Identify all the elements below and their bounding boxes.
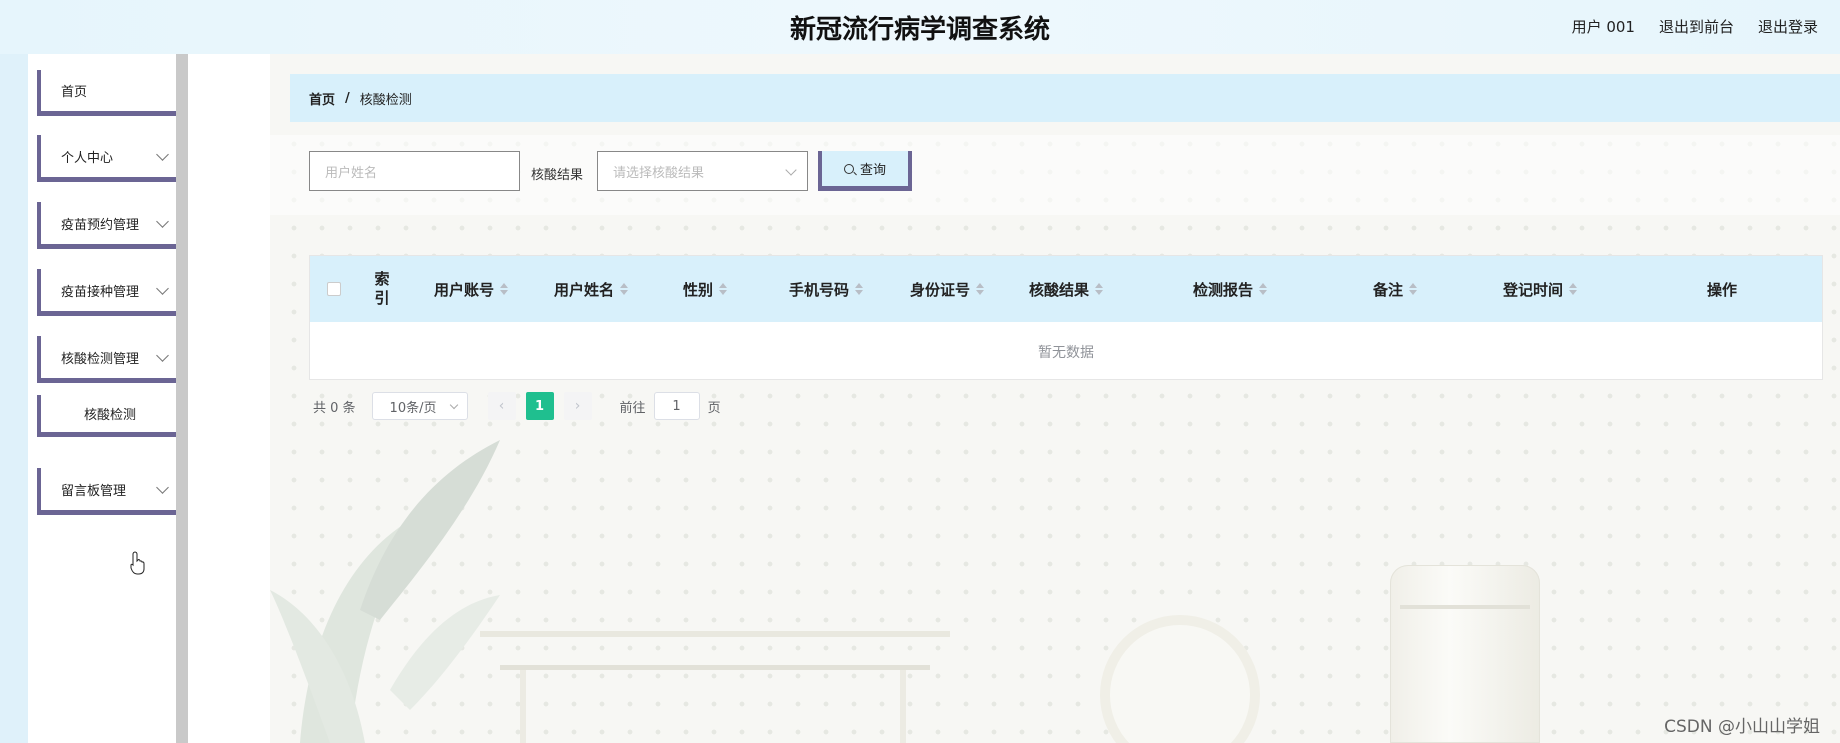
back-to-front-link[interactable]: 退出到前台: [1659, 16, 1734, 37]
top-header: 新冠流行病学调查系统 用户 001 退出到前台 退出登录: [0, 0, 1840, 54]
watermark-text: CSDN @小山山学姐: [1664, 717, 1820, 737]
left-strip: [0, 54, 28, 743]
column-header-label: 身份证号: [909, 280, 970, 299]
column-header-label: 核酸结果: [1028, 280, 1089, 299]
column-header-report[interactable]: 检测报告: [1130, 256, 1330, 322]
breadcrumb-home[interactable]: 首页: [309, 89, 335, 108]
sidebar-item-nucleic-test-management[interactable]: 核酸检测管理: [37, 336, 183, 383]
sidebar: 首页 个人中心 疫苗预约管理 疫苗接种管理 核酸检测管理 核酸检测 留言板管理: [28, 54, 183, 743]
hand-cursor-icon: [130, 551, 145, 575]
sort-icon[interactable]: [1259, 283, 1267, 295]
page-size-select[interactable]: 10条/页: [371, 392, 468, 420]
user-name-input[interactable]: 用户姓名: [309, 151, 520, 191]
sort-icon[interactable]: [1409, 283, 1417, 295]
column-header-result[interactable]: 核酸结果: [1002, 256, 1130, 322]
sidebar-item-home[interactable]: 首页: [37, 70, 183, 116]
chevron-down-icon: [156, 214, 169, 228]
column-header-register-time[interactable]: 登记时间: [1460, 256, 1620, 322]
column-header-label: 用户姓名: [553, 280, 614, 299]
query-button[interactable]: 查询: [818, 151, 912, 191]
sidebar-item-label: 留言板管理: [61, 483, 127, 499]
column-header-id-card[interactable]: 身份证号: [892, 256, 1002, 322]
pagination-total: 共 0 条: [313, 400, 356, 416]
app-title: 新冠流行病学调查系统: [789, 15, 1050, 45]
user-name-link[interactable]: 用户 001: [1572, 16, 1635, 37]
sidebar-item-label: 疫苗预约管理: [61, 217, 140, 233]
sidebar-scrollbar[interactable]: [176, 54, 188, 743]
sidebar-item-label: 个人中心: [61, 150, 114, 166]
sort-icon[interactable]: [500, 283, 508, 295]
result-select[interactable]: 请选择核酸结果: [597, 151, 808, 191]
sort-icon[interactable]: [1095, 283, 1103, 295]
sidebar-item-message-board[interactable]: 留言板管理: [37, 468, 183, 515]
column-header-label: 性别: [682, 280, 713, 299]
select-all-checkbox[interactable]: [327, 282, 341, 296]
chevron-down-icon: [156, 480, 169, 494]
vase-decoration: [1390, 565, 1540, 743]
result-label: 核酸结果: [531, 168, 584, 183]
next-page-button[interactable]: ›: [563, 392, 592, 420]
result-select-placeholder: 请选择核酸结果: [613, 165, 705, 181]
data-table: 索 引 用户账号 用户姓名 性别 手机号码 身份证号 核酸结果 检测报告 备注 …: [309, 255, 1823, 380]
shelf-decoration: [480, 625, 950, 743]
content-gutter: [188, 54, 270, 743]
page-unit-label: 页: [707, 400, 721, 416]
sort-icon[interactable]: [620, 283, 628, 295]
chevron-down-icon: [449, 400, 458, 410]
sort-icon[interactable]: [855, 283, 863, 295]
sort-icon[interactable]: [1569, 283, 1577, 295]
goto-label: 前往: [619, 400, 646, 416]
sidebar-item-label: 核酸检测管理: [61, 351, 140, 367]
column-header-label: 登记时间: [1502, 280, 1563, 299]
column-header-index: 索 引: [374, 270, 390, 307]
goto-page: 前往 1 页: [620, 392, 721, 420]
query-button-label: 查询: [859, 163, 886, 178]
sidebar-item-label: 疫苗接种管理: [61, 284, 140, 300]
sort-icon[interactable]: [719, 283, 727, 295]
sidebar-item-label: 首页: [61, 85, 88, 100]
pagination: 共 0 条 10条/页 ‹ 1 › 前往 1 页: [313, 392, 721, 420]
breadcrumb-current: 核酸检测: [359, 92, 412, 108]
search-icon: [843, 163, 854, 174]
sidebar-item-vaccination[interactable]: 疫苗接种管理: [37, 269, 183, 316]
page-number-active[interactable]: 1: [525, 392, 554, 420]
column-header-label: 用户账号: [433, 280, 494, 299]
header-user-menu: 用户 001 退出到前台 退出登录: [1572, 16, 1818, 37]
empty-state-text: 暂无数据: [1038, 344, 1094, 361]
column-header-label: 备注: [1372, 280, 1403, 299]
chevron-down-icon: [785, 164, 797, 176]
logout-link[interactable]: 退出登录: [1758, 16, 1818, 37]
chevron-down-icon: [156, 147, 169, 161]
breadcrumb: 首页 / 核酸检测: [290, 74, 1840, 122]
breadcrumb-separator: /: [345, 90, 350, 106]
sidebar-item-vaccine-appointment[interactable]: 疫苗预约管理: [37, 202, 183, 249]
chevron-down-icon: [156, 348, 169, 362]
column-header-name[interactable]: 用户姓名: [532, 256, 650, 322]
column-header-actions: 操作: [1706, 280, 1737, 299]
sidebar-subitem-nucleic-test[interactable]: 核酸检测: [37, 395, 183, 437]
prev-page-button[interactable]: ‹: [487, 392, 516, 420]
sidebar-item-personal-center[interactable]: 个人中心: [37, 135, 183, 182]
column-header-gender[interactable]: 性别: [650, 256, 760, 322]
table-header: 索 引 用户账号 用户姓名 性别 手机号码 身份证号 核酸结果 检测报告 备注 …: [310, 256, 1822, 322]
column-header-label: 检测报告: [1192, 280, 1253, 299]
sort-icon[interactable]: [976, 283, 984, 295]
chevron-down-icon: [156, 281, 169, 295]
column-header-account[interactable]: 用户账号: [410, 256, 532, 322]
page-size-value: 10条/页: [389, 400, 437, 416]
column-header-remark[interactable]: 备注: [1330, 256, 1460, 322]
column-header-phone[interactable]: 手机号码: [760, 256, 892, 322]
goto-page-input[interactable]: 1: [653, 392, 700, 420]
column-header-label: 手机号码: [788, 280, 849, 299]
sidebar-item-label: 核酸检测: [83, 408, 136, 423]
